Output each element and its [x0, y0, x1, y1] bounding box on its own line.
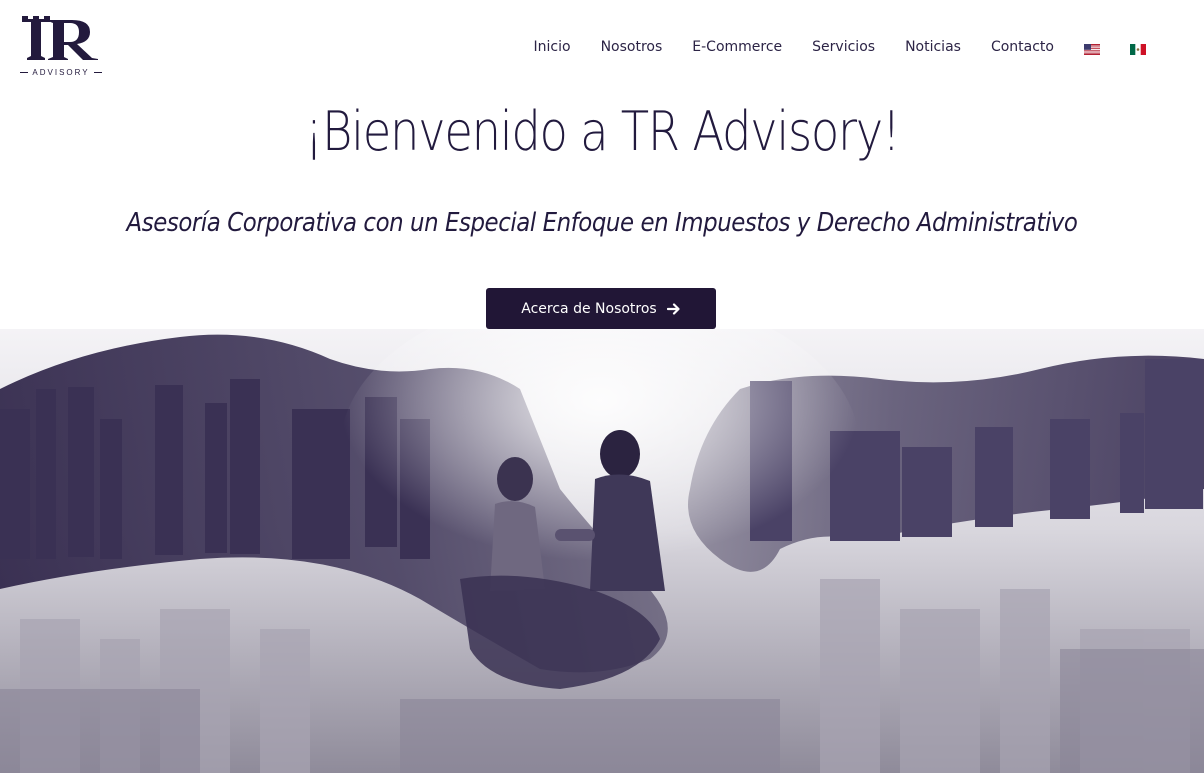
nav-item-ecommerce[interactable]: E-Commerce — [692, 39, 782, 55]
tr-monogram-icon — [22, 16, 98, 60]
site-header: ADVISORY Inicio Nosotros E-Commerce Serv… — [0, 0, 1204, 95]
about-us-button-label: Acerca de Nosotros — [521, 300, 657, 317]
arrow-right-icon — [666, 302, 680, 315]
hero-title: ¡Bienvenido a TR Advisory! — [304, 100, 901, 163]
nav-item-contacto[interactable]: Contacto — [991, 39, 1054, 55]
nav-item-noticias[interactable]: Noticias — [905, 39, 961, 55]
nav-item-inicio[interactable]: Inicio — [534, 39, 571, 55]
nav-item-nosotros[interactable]: Nosotros — [601, 39, 663, 55]
hero-subtitle: Asesoría Corporativa con un Especial Enf… — [126, 208, 1078, 238]
nav-item-servicios[interactable]: Servicios — [812, 39, 875, 55]
tr-advisory-logo[interactable]: ADVISORY — [20, 16, 102, 78]
about-us-button[interactable]: Acerca de Nosotros — [486, 288, 716, 329]
mexico-flag-icon[interactable] — [1130, 42, 1146, 55]
us-flag-icon[interactable] — [1084, 42, 1100, 55]
logo-word: ADVISORY — [32, 67, 90, 77]
main-nav: Inicio Nosotros E-Commerce Servicios Not… — [504, 36, 1146, 58]
handshake-city-skyline-photo — [0, 329, 1204, 773]
logo-wordmark: ADVISORY — [20, 66, 102, 78]
